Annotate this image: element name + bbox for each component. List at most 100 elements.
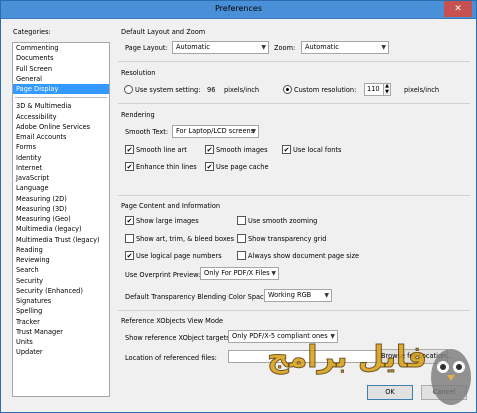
page-layout-label: Page Layout: — [125, 44, 168, 52]
system-resolution-unit: pixels/inch — [224, 86, 260, 94]
category-item[interactable]: Trust Manager — [13, 327, 109, 337]
show-transparency-grid-label: Show transparency grid — [248, 235, 327, 243]
use-page-cache-checkbox[interactable] — [205, 162, 214, 171]
chevron-down-icon: ▼ — [324, 292, 329, 299]
category-item[interactable]: Units — [13, 337, 109, 347]
use-logical-page-numbers-checkbox[interactable] — [125, 251, 134, 260]
categories-group-secondary: 3D & Multimedia Accessibility Adobe Online… — [13, 101, 109, 357]
ok-button[interactable]: OK — [367, 385, 413, 400]
page-content-section-title: Page Content and Information — [121, 202, 221, 210]
category-item[interactable]: Measuring (2D) — [13, 194, 109, 204]
category-item[interactable]: Commenting — [13, 43, 109, 53]
category-item[interactable]: Search — [13, 265, 109, 275]
category-item[interactable]: Spelling — [13, 306, 109, 316]
close-button[interactable]: ✕ — [444, 1, 472, 17]
divider — [118, 61, 470, 62]
show-art-trim-bleed-label: Show art, trim, & bleed boxes — [136, 235, 235, 243]
category-item[interactable]: Tracker — [13, 317, 109, 327]
xobjects-section-title: Reference XObjects View Mode — [121, 317, 224, 325]
category-item[interactable]: Reading — [13, 245, 109, 255]
category-item[interactable]: Reviewing — [13, 255, 109, 265]
category-item[interactable]: Language — [13, 183, 109, 193]
browse-location-button[interactable]: Browse for Location... — [380, 349, 452, 364]
overprint-preview-dropdown[interactable]: Only For PDF/X Files ▼ — [200, 267, 279, 280]
category-item[interactable]: Security — [13, 276, 109, 286]
category-item[interactable]: Full Screen — [13, 64, 109, 74]
category-item[interactable]: Identity — [13, 153, 109, 163]
show-art-trim-bleed-checkbox[interactable] — [125, 234, 134, 243]
category-item[interactable]: Measuring (3D) — [13, 204, 109, 214]
zoom-dropdown[interactable]: Automatic ▼ — [301, 41, 389, 54]
layout-zoom-section-title: Default Layout and Zoom — [121, 28, 206, 36]
rendering-section-title: Rendering — [121, 111, 155, 119]
category-item[interactable]: Forms — [13, 142, 109, 152]
show-transparency-grid-checkbox[interactable] — [237, 234, 246, 243]
chevron-down-icon: ▼ — [251, 128, 256, 135]
blending-color-space-dropdown[interactable]: Working RGB ▼ — [264, 289, 332, 302]
smooth-images-label: Smooth images — [216, 146, 268, 154]
window-title: Preferences — [214, 4, 263, 13]
category-item[interactable]: Page Display — [13, 84, 109, 95]
category-item[interactable]: Multimedia Trust (legacy) — [13, 235, 109, 245]
show-large-images-label: Show large images — [136, 217, 199, 225]
chevron-down-icon: ▼ — [330, 333, 335, 340]
page-layout-dropdown[interactable]: Automatic ▼ — [172, 41, 269, 54]
xobject-targets-value: Only PDF/X-5 compliant ones — [232, 332, 328, 340]
chevron-down-icon: ▼ — [271, 270, 276, 277]
system-setting-radio[interactable] — [124, 85, 133, 94]
category-item[interactable]: 3D & Multimedia — [13, 101, 109, 111]
categories-label: Categories: — [13, 28, 51, 36]
divider — [118, 310, 470, 311]
use-smooth-zooming-label: Use smooth zooming — [248, 217, 318, 225]
category-item[interactable]: General — [13, 74, 109, 84]
always-show-page-size-checkbox[interactable] — [237, 251, 246, 260]
category-item[interactable]: Documents — [13, 53, 109, 63]
chevron-down-icon: ▼ — [261, 44, 266, 51]
zoom-value: Automatic — [305, 43, 339, 51]
resolution-section-title: Resolution — [121, 69, 156, 77]
enhance-thin-lines-checkbox[interactable] — [125, 162, 134, 171]
xobject-targets-dropdown[interactable]: Only PDF/X-5 compliant ones ▼ — [228, 330, 338, 343]
use-local-fonts-checkbox[interactable] — [282, 145, 291, 154]
referenced-files-location-field[interactable] — [228, 350, 378, 363]
zoom-label: Zoom: — [274, 44, 296, 52]
category-item[interactable]: Measuring (Geo) — [13, 214, 109, 224]
custom-resolution-input[interactable]: 110 — [364, 83, 384, 96]
smooth-line-art-label: Smooth line art — [136, 146, 187, 154]
overprint-preview-value: Only For PDF/X Files — [204, 269, 270, 277]
category-item[interactable]: Email Accounts — [13, 132, 109, 142]
blending-color-space-value: Working RGB — [268, 291, 312, 299]
preferences-dialog: Preferences ✕ Categories: Commenting Docu… — [0, 0, 477, 413]
smooth-images-checkbox[interactable] — [205, 145, 214, 154]
enhance-thin-lines-label: Enhance thin lines — [136, 163, 197, 171]
show-large-images-checkbox[interactable] — [125, 216, 134, 225]
category-item[interactable]: Internet — [13, 163, 109, 173]
system-resolution-value: 96 — [207, 86, 216, 94]
chevron-down-icon: ▼ — [381, 44, 386, 51]
use-smooth-zooming-checkbox[interactable] — [237, 216, 246, 225]
title-bar[interactable]: Preferences ✕ — [1, 1, 476, 19]
categories-group-primary: Commenting Documents Full Screen General Pag… — [13, 43, 109, 95]
overprint-preview-label: Use Overprint Preview: — [125, 271, 201, 279]
use-local-fonts-label: Use local fonts — [293, 146, 342, 154]
use-logical-page-numbers-label: Use logical page numbers — [136, 252, 222, 260]
category-item[interactable]: Adobe Online Services — [13, 122, 109, 132]
referenced-files-location-label: Location of referenced files: — [125, 354, 217, 362]
cancel-button[interactable]: Cancel — [421, 385, 467, 400]
categories-list[interactable]: Commenting Documents Full Screen General Pag… — [12, 42, 110, 397]
smooth-text-value: For Laptop/LCD screens — [176, 127, 255, 135]
divider — [118, 195, 470, 196]
category-item[interactable]: JavaScript — [13, 173, 109, 183]
custom-resolution-radio[interactable] — [283, 85, 292, 94]
smooth-line-art-checkbox[interactable] — [125, 145, 134, 154]
category-item[interactable]: Signatures — [13, 296, 109, 306]
category-item[interactable]: Accessibility — [13, 112, 109, 122]
category-item[interactable]: Multimedia (legacy) — [13, 224, 109, 234]
resolution-stepper[interactable]: ▲ ▼ — [383, 83, 391, 96]
smooth-text-dropdown[interactable]: For Laptop/LCD screens ▼ — [172, 125, 259, 138]
custom-resolution-label: Custom resolution: — [294, 86, 357, 94]
category-item[interactable]: Security (Enhanced) — [13, 286, 109, 296]
divider — [118, 103, 470, 104]
category-item[interactable]: Updater — [13, 347, 109, 357]
blending-color-space-label: Default Transparency Blending Color Spac… — [125, 293, 270, 301]
